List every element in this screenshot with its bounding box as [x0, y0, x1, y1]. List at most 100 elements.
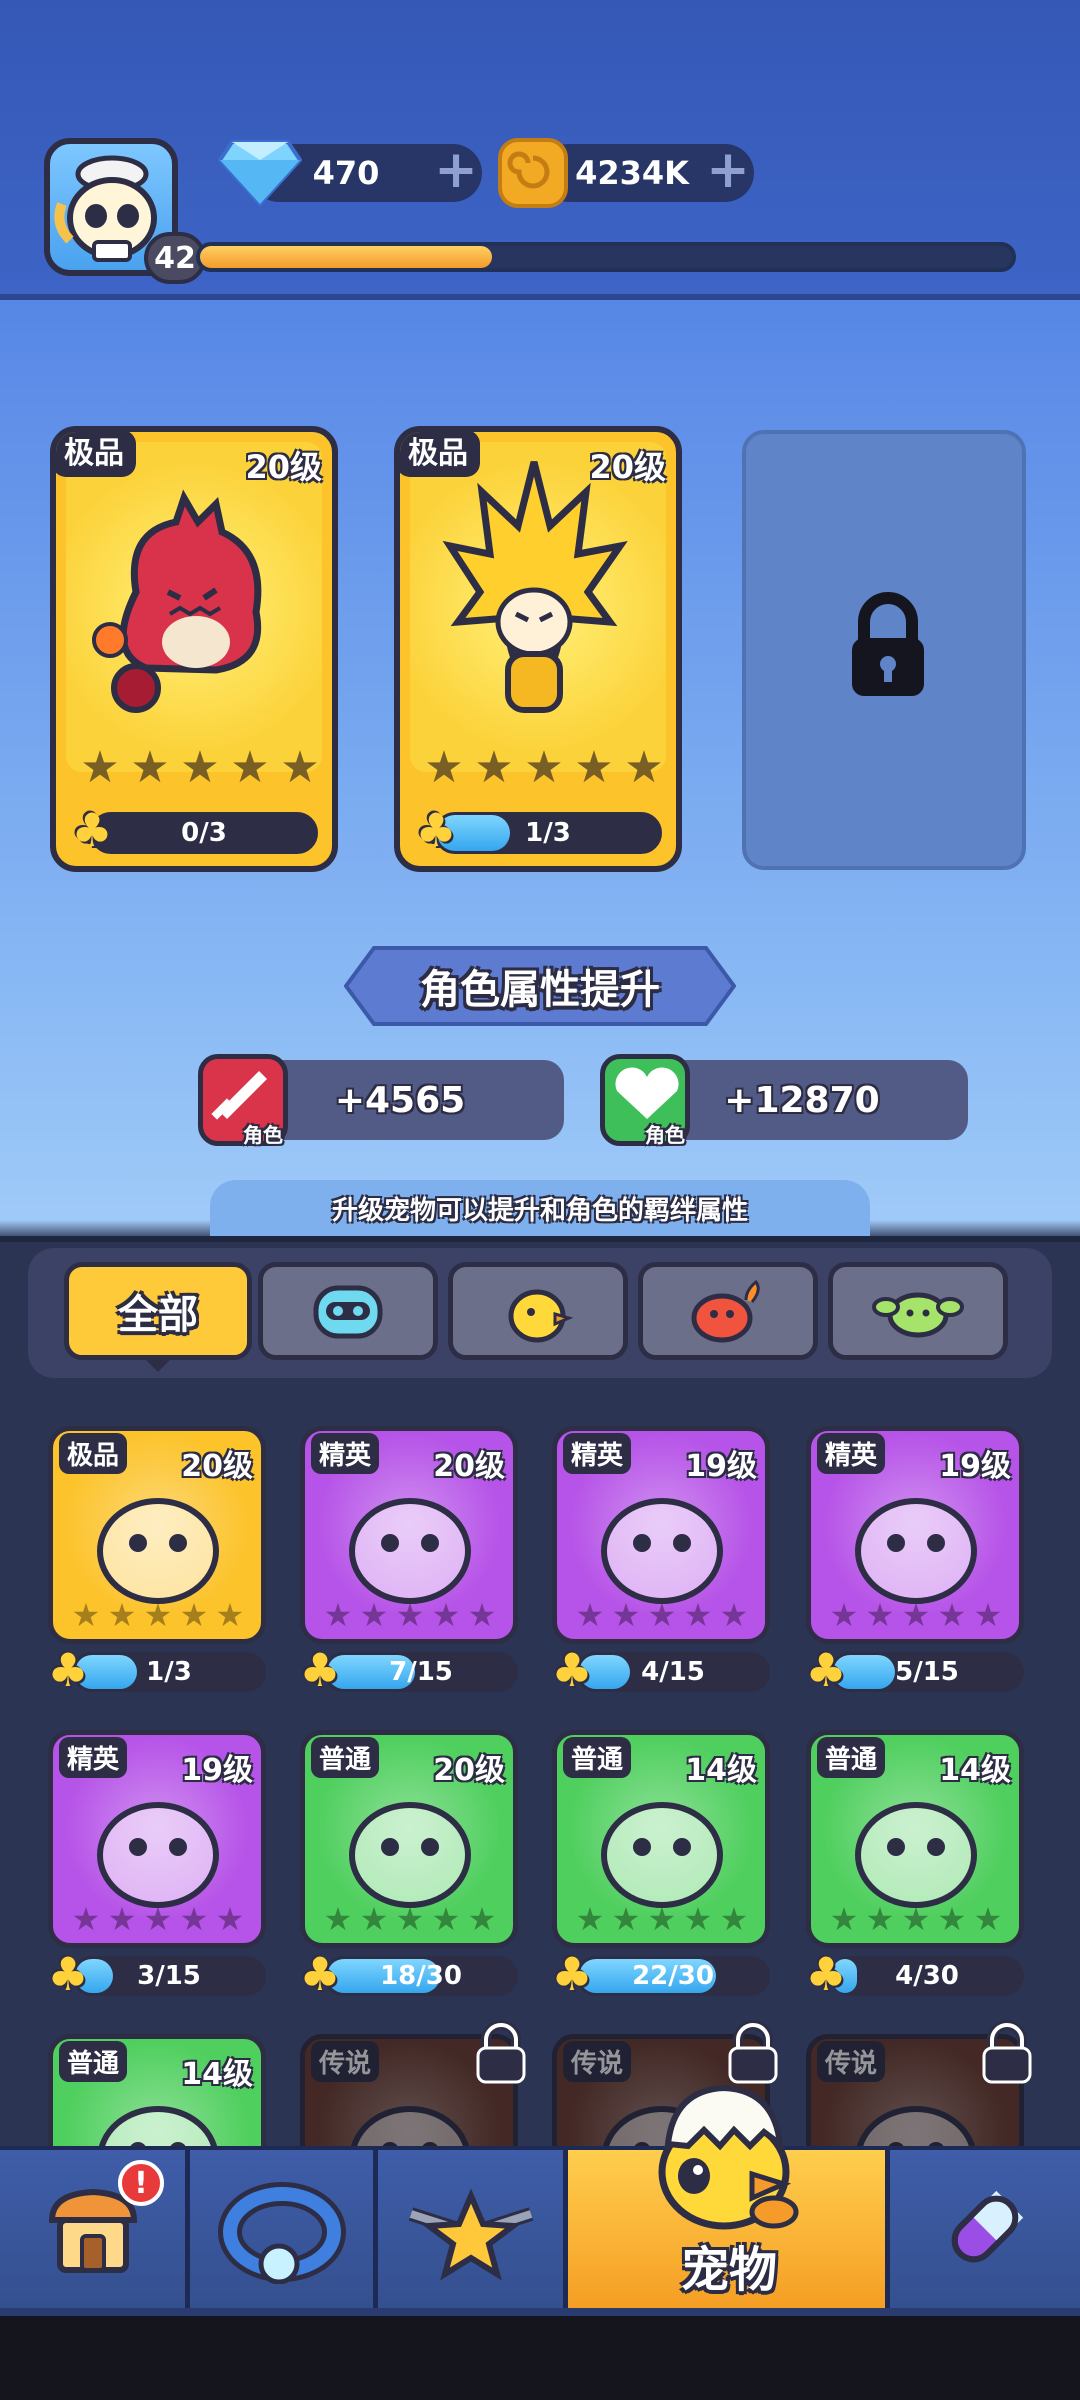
hero-card-1[interactable]: 极品 20级 ★ ★ ★ ★ ★ 0/3 ♣	[50, 426, 338, 872]
star-icon: ★	[467, 1596, 497, 1634]
coin-icon	[496, 136, 570, 210]
chick-icon	[508, 1289, 573, 1343]
star-icon: ★	[323, 1900, 353, 1938]
pet-card[interactable]: 精英 20级 ★ ★ ★ ★ ★	[300, 1426, 518, 1644]
lock-icon	[978, 2020, 1036, 2086]
flame-hero-icon	[442, 461, 628, 713]
pet-rarity-tag: 普通	[311, 1737, 380, 1778]
hp-bonus-value: +12870	[724, 1079, 880, 1121]
pet-shard-bar: 18/30	[324, 1956, 518, 1996]
pet-shard-count: 18/30	[380, 1961, 462, 1991]
attack-badge-label: 角色	[243, 1123, 283, 1147]
shard-icon: ♣	[299, 1643, 341, 1697]
star-icon: ★	[180, 742, 220, 793]
pet-card[interactable]: 普通14级★★★★★	[552, 1730, 770, 1948]
star-icon: ★	[71, 1596, 101, 1634]
lock-icon	[724, 2020, 782, 2086]
nav-skills[interactable]	[890, 2150, 1080, 2308]
shard-icon: ♣	[47, 1947, 89, 2001]
pet-shard-bar: 1/3	[72, 1652, 266, 1692]
star-icon: ★	[424, 742, 464, 793]
pet-shard-count: 4/15	[641, 1657, 705, 1687]
star-icon: ★	[937, 1596, 967, 1634]
robot-head-icon	[313, 1285, 383, 1339]
ring-icon	[217, 2182, 346, 2284]
attribute-title-banner: 角色属性提升	[344, 944, 736, 1028]
pet-rarity-tag: 精英	[817, 1433, 886, 1474]
pet-shard-bar: 4/30	[830, 1956, 1024, 1996]
hero-level: 20级	[245, 448, 322, 486]
pet-level: 14级	[685, 1753, 757, 1788]
star-icon: ★	[683, 1596, 713, 1634]
tab-all[interactable]: 全部	[64, 1262, 252, 1360]
pet-shard-bar: 5/15	[830, 1652, 1024, 1692]
nav-equipment[interactable]	[190, 2150, 378, 2308]
star-icon: ★	[829, 1596, 859, 1634]
nav-shop[interactable]: !	[0, 2150, 190, 2308]
player-level: 42	[154, 240, 196, 276]
star-icon: ★	[937, 1900, 967, 1938]
tab-fire[interactable]	[638, 1262, 818, 1360]
tab-plant[interactable]	[828, 1262, 1008, 1360]
pet-shard-count: 1/3	[146, 1657, 192, 1687]
pet-shard-bar: 22/30	[576, 1956, 770, 1996]
shard-icon: ♣	[71, 803, 113, 857]
diamond-icon	[217, 136, 303, 208]
sword-icon: 角色	[198, 1054, 288, 1147]
pet-shard-count: 22/30	[632, 1961, 714, 1991]
pet-shard-bar: 4/15	[576, 1652, 770, 1692]
star-icon: ★	[973, 1596, 1003, 1634]
star-icon: ★	[395, 1900, 425, 1938]
add-gems-button[interactable]: +	[434, 144, 478, 196]
hero-rarity-tag: 极品	[56, 432, 136, 477]
pet-card[interactable]: 普通14级★★★★★	[806, 1730, 1024, 1948]
star-icon: ★	[280, 742, 320, 793]
add-coins-button[interactable]: +	[706, 144, 750, 196]
pet-level: 20级	[433, 1449, 505, 1484]
star-icon: ★	[575, 1596, 605, 1634]
pet-card[interactable]: 精英 19级 ★ ★ ★ ★ ★	[806, 1426, 1024, 1644]
pet-rarity-tag: 精英	[59, 1737, 128, 1778]
pet-card[interactable]: 精英 19级 ★ ★ ★ ★ ★	[552, 1426, 770, 1644]
star-icon: ★	[431, 1900, 461, 1938]
star-icon: ★	[647, 1596, 677, 1634]
star-icon: ★	[215, 1900, 245, 1938]
pet-star-row: ★★★★★	[69, 1903, 247, 1935]
xp-fill	[200, 246, 493, 268]
star-icon: ★	[107, 1596, 137, 1634]
pet-card[interactable]: 普通 20级 ★ ★ ★ ★ ★	[300, 1730, 518, 1948]
pet-card[interactable]: 极品 20级 ★ ★ ★ ★ ★	[48, 1426, 266, 1644]
plant-sprout-icon	[872, 1292, 964, 1338]
star-icon: ★	[359, 1900, 389, 1938]
hero-shard-bar: 1/3	[434, 812, 662, 854]
star-icon: ★	[624, 742, 664, 793]
pet-star-row: ★★★★★	[573, 1903, 751, 1935]
locked-hero-slot[interactable]	[742, 430, 1026, 870]
pet-rarity-tag: 精英	[311, 1433, 380, 1474]
star-icon: ★	[215, 1596, 245, 1634]
nav-hero[interactable]	[378, 2150, 568, 2308]
pet-star-row: ★★★★★	[321, 1903, 499, 1935]
chick-egg-icon	[658, 2084, 799, 2230]
shard-icon: ♣	[299, 1947, 341, 2001]
star-icon: ★	[901, 1900, 931, 1938]
star-icon: ★	[80, 742, 120, 793]
pet-level: 14级	[181, 2057, 253, 2092]
star-icon: ★	[143, 1596, 173, 1634]
tab-chick[interactable]	[448, 1262, 628, 1360]
pet-rarity-tag: 精英	[563, 1433, 632, 1474]
hero-card-2[interactable]: 极品 20级 ★ ★ ★ ★ ★ 1/3 ♣	[394, 426, 682, 872]
star-icon: ★	[71, 1900, 101, 1938]
coin-count: 4234K	[575, 154, 689, 192]
pet-card[interactable]: 精英 19级 ★ ★ ★ ★ ★	[48, 1730, 266, 1948]
star-icon: ★	[359, 1596, 389, 1634]
tab-all-label: 全部	[118, 1292, 198, 1338]
xp-bar	[196, 242, 1016, 272]
star-icon: ★	[130, 742, 170, 793]
star-icon: ★	[901, 1596, 931, 1634]
hero-shard-count: 1/3	[525, 818, 571, 848]
bond-hint-banner: 升级宠物可以提升和角色的羁绊属性	[210, 1180, 870, 1236]
pet-level: 19级	[181, 1753, 253, 1788]
tab-robot[interactable]	[258, 1262, 438, 1360]
pet-level: 20级	[433, 1753, 505, 1788]
